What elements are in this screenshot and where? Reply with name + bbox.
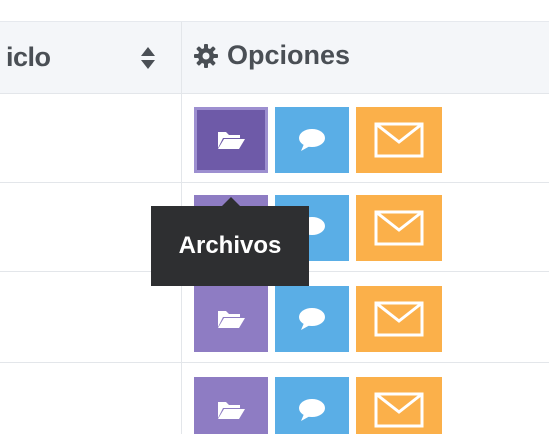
sort-icon[interactable]	[139, 45, 157, 71]
folder-open-icon	[218, 311, 245, 328]
tooltip: Archivos	[151, 206, 309, 286]
table-row	[0, 94, 549, 183]
mail-button[interactable]	[356, 286, 442, 352]
comment-icon	[299, 308, 325, 330]
tooltip-arrow	[222, 197, 240, 206]
files-button[interactable]	[194, 377, 268, 434]
comment-button[interactable]	[275, 377, 349, 434]
comment-button[interactable]	[275, 286, 349, 352]
column-header-ciclo[interactable]: iclo	[6, 42, 51, 73]
table-header-row: iclo Opciones	[0, 22, 549, 94]
mail-button[interactable]	[356, 195, 442, 261]
files-button[interactable]	[194, 107, 268, 173]
envelope-icon	[374, 392, 424, 428]
mail-button[interactable]	[356, 107, 442, 173]
opciones-label: Opciones	[227, 40, 351, 70]
folder-open-icon	[218, 132, 245, 149]
column-header-opciones: Opciones	[193, 40, 350, 71]
envelope-icon	[374, 210, 424, 246]
files-button[interactable]	[194, 286, 268, 352]
envelope-icon	[374, 122, 424, 158]
data-table: iclo Opciones Archivos	[0, 22, 549, 434]
folder-open-icon	[218, 402, 245, 419]
comment-icon	[299, 399, 325, 421]
mail-button[interactable]	[356, 377, 442, 434]
comment-icon	[299, 129, 325, 151]
table-row	[0, 363, 549, 434]
comment-button[interactable]	[275, 107, 349, 173]
top-strip	[0, 0, 549, 22]
gear-icon	[194, 43, 218, 68]
envelope-icon	[374, 301, 424, 337]
